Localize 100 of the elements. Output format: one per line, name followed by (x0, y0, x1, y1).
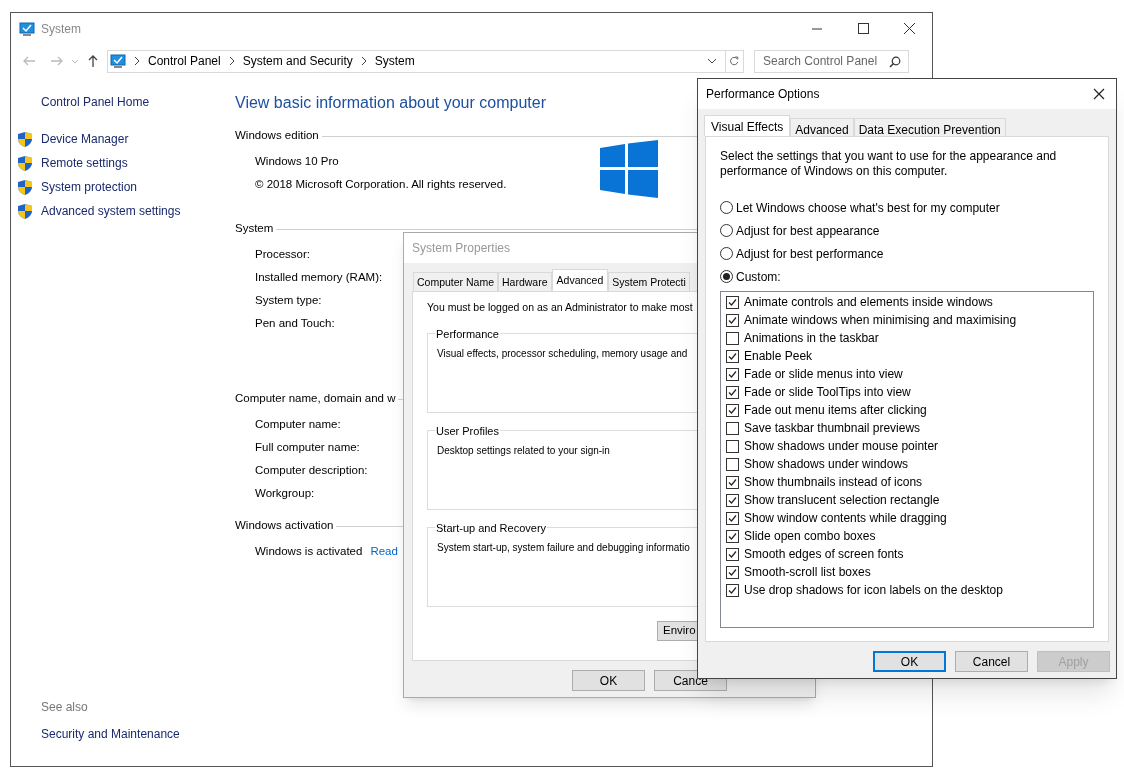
dialog-tab[interactable]: Visual Effects (704, 115, 791, 136)
computer-icon (110, 53, 126, 69)
checkbox-label: Animations in the taskbar (744, 330, 879, 347)
info-label: © 2018 Microsoft Corporation. All rights reserved. (255, 176, 507, 192)
checkbox[interactable] (726, 367, 739, 381)
checkbox-label: Animate windows when minimising and maximising (744, 312, 1017, 329)
checkbox[interactable] (726, 583, 739, 597)
checkbox-label: Smooth-scroll list boxes (744, 564, 871, 581)
chevron-icon (134, 56, 140, 66)
info-label: System type: (255, 292, 322, 308)
dialog-tab[interactable]: Computer Name (413, 272, 499, 291)
info-label: Computer name: (255, 416, 341, 432)
info-label: Pen and Touch: (255, 315, 335, 331)
info-label: Processor: (255, 246, 310, 262)
shield-icon (17, 178, 33, 196)
checkbox-label: Animate controls and elements inside windows (744, 294, 993, 311)
shield-icon (17, 154, 33, 172)
nav-link[interactable]: System protection (41, 178, 138, 196)
nav-link[interactable]: Security and Maintenance (41, 725, 180, 743)
nav-link[interactable]: Device Manager (41, 130, 129, 148)
description-text: Select the settings that you want to use for the appearance and performance of Windows on this computer. (720, 149, 1058, 179)
checkbox[interactable] (726, 511, 739, 525)
section-title: Windows edition (235, 128, 319, 144)
checkbox-label: Show window contents while dragging (744, 510, 947, 527)
radio-button[interactable] (720, 247, 733, 260)
window-title: System (41, 21, 81, 38)
dialog-tab[interactable]: Hardware (498, 272, 552, 291)
section-title: System (235, 221, 274, 237)
checkbox-label: Slide open combo boxes (744, 528, 876, 545)
radio-label: Adjust for best performance (736, 245, 884, 263)
breadcrumb-item[interactable]: System (374, 52, 415, 70)
search-field[interactable]: Search Control Panel (754, 49, 909, 73)
nav-link[interactable]: Remote settings (41, 154, 128, 172)
dialog-tab[interactable]: Advanced (551, 269, 609, 291)
notice-text: You must be logged on as an Administrator to make most (427, 300, 693, 315)
breadcrumb-item[interactable]: Control Panel (148, 52, 221, 70)
section-title: Computer name, domain and w (235, 391, 396, 407)
computer-icon (19, 21, 35, 37)
checkbox-label: Enable Peek (744, 348, 813, 365)
checkbox[interactable] (726, 475, 739, 489)
radio-label: Let Windows choose what's best for my computer (736, 199, 1000, 217)
group-description: Visual effects, processor scheduling, memory usage and (437, 346, 688, 361)
checkbox-label: Save taskbar thumbnail previews (744, 420, 921, 437)
checkbox[interactable] (726, 295, 739, 309)
info-label: Computer description: (255, 462, 368, 478)
checkbox-label: Fade or slide menus into view (744, 366, 903, 383)
checkbox-label: Fade or slide ToolTips into view (744, 384, 911, 401)
checkbox[interactable] (726, 529, 739, 543)
chevron-icon (360, 56, 367, 66)
checkbox[interactable] (726, 439, 739, 453)
dialog-button[interactable]: OK (572, 670, 645, 691)
nav-link[interactable]: Advanced system settings (41, 202, 181, 220)
checkbox[interactable] (726, 349, 739, 363)
nav-link[interactable]: Control Panel Home (41, 93, 150, 111)
search-icon (889, 55, 901, 68)
radio-label: Adjust for best appearance (736, 222, 880, 240)
checkbox-label: Smooth edges of screen fonts (744, 546, 904, 563)
checkbox[interactable] (726, 565, 739, 579)
dialog-button[interactable]: Cancel (955, 651, 1028, 672)
radio-button[interactable] (720, 201, 733, 214)
info-label: Installed memory (RAM): (255, 269, 383, 285)
checkbox-label: Show thumbnails instead of icons (744, 474, 923, 491)
dialog-button[interactable]: OK (873, 651, 946, 672)
checkbox-label: Show translucent selection rectangle (744, 492, 940, 509)
see-also-heading: See also (41, 699, 89, 716)
checkbox[interactable] (726, 457, 739, 471)
checkbox[interactable] (726, 331, 739, 345)
checkbox-label: Show shadows under windows (744, 456, 909, 473)
group-description: Desktop settings related to your sign-in (437, 443, 610, 458)
dialog-tab[interactable]: System Protecti (608, 272, 690, 291)
checkbox[interactable] (726, 385, 739, 399)
dialog-title: System Properties (412, 240, 511, 257)
dialog-tab[interactable]: Advanced (790, 118, 854, 136)
group-description: System start-up, system failure and debugging informatio (437, 540, 690, 555)
dialog-title: Performance Options (706, 86, 820, 103)
checkbox-label: Show shadows under mouse pointer (744, 438, 939, 455)
section-title: Windows activation (235, 518, 334, 534)
breadcrumb-item[interactable]: System and Security (242, 52, 353, 70)
chevron-icon (228, 56, 235, 66)
info-label: Workgroup: (255, 485, 315, 501)
shield-icon (17, 202, 33, 220)
checkbox[interactable] (726, 493, 739, 507)
address-bar[interactable]: Control Panel System and Security System (107, 49, 744, 73)
radio-button[interactable] (720, 224, 733, 237)
info-label: Full computer name: (255, 439, 360, 455)
windows-logo-icon (600, 140, 658, 198)
refresh-icon[interactable] (725, 50, 741, 72)
checkbox-label: Fade out menu items after clicking (744, 402, 927, 419)
page-heading: View basic information about your computer (235, 93, 546, 113)
radio-label: Custom: (736, 268, 781, 286)
checkbox[interactable] (726, 547, 739, 561)
dialog-tab[interactable]: Data Execution Prevention (853, 118, 1006, 136)
checkbox[interactable] (726, 313, 739, 327)
info-link[interactable]: Read (370, 542, 398, 561)
radio-button[interactable] (720, 270, 733, 283)
checkbox[interactable] (726, 403, 739, 417)
info-label: Windows 10 Pro (255, 153, 339, 169)
checkbox[interactable] (726, 421, 739, 435)
close-icon[interactable] (1092, 87, 1106, 101)
checkbox-label: Use drop shadows for icon labels on the desktop (744, 582, 1003, 599)
